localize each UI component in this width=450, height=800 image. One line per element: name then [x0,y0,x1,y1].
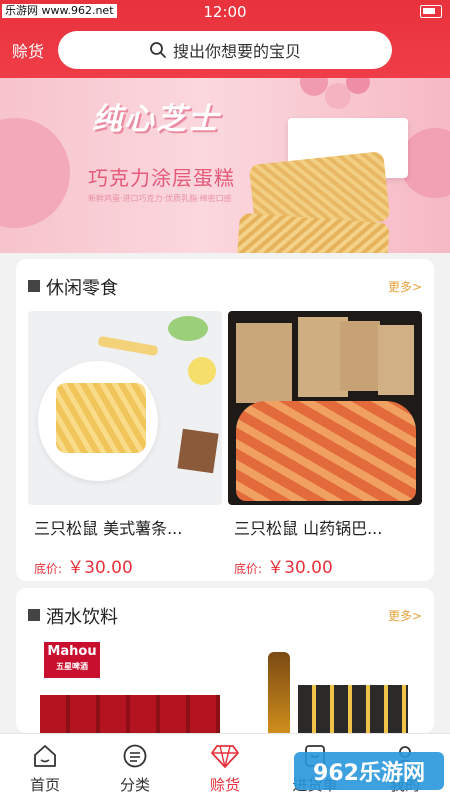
tab-label: 赊货 [209,776,240,794]
search-placeholder: 搜出你想要的宝贝 [172,42,301,61]
tab-label: 分类 [119,776,150,794]
banner-decor [0,118,70,228]
banner-title: 纯心芝士 [92,102,220,137]
banner-subtitle: 巧克力涂层蛋糕 [88,166,235,190]
tab-credit-goods[interactable]: 赊货 [180,734,270,800]
category-icon [123,744,147,768]
header: 乐游网 www.962.net 12:00 赊货 搜出你想要的宝贝 [0,0,450,78]
tab-category[interactable]: 分类 [90,734,180,800]
home-icon [34,745,56,767]
price-label: 底价: [34,562,63,576]
price-value: ￥30.00 [267,558,333,578]
product-image-fries [28,311,222,505]
top-nav: 赊货 搜出你想要的宝贝 [0,30,450,70]
product-price: 底价: ￥30.00 [28,553,222,578]
tab-home[interactable]: 首页 [0,734,90,800]
section-header: 休闲零食 更多> [16,259,434,311]
search-icon [150,42,166,58]
brand-subtitle: 五星啤酒 [56,662,88,671]
product-card[interactable] [228,640,422,733]
product-image-beer-cans: Mahou 五星啤酒 [28,640,222,733]
status-bar: 乐游网 www.962.net 12:00 [0,0,450,24]
brand-logo: Mahou [47,644,97,659]
status-time: 12:00 [203,3,247,21]
watermark-bottom: 962乐游网 [294,752,444,790]
price-value: ￥30.00 [67,558,133,578]
banner-tagline: 新鲜鸡蛋·进口巧克力·优质乳脂·绵密口感 [88,194,232,203]
product-image-chips [228,311,422,505]
more-link[interactable]: 更多> [388,607,422,624]
product-price: 底价: ￥30.00 [228,553,422,578]
search-bar[interactable]: 搜出你想要的宝贝 [58,31,392,69]
section-drinks: 酒水饮料 更多> Mahou 五星啤酒 [16,588,434,733]
promo-banner[interactable]: 纯心芝士 巧克力涂层蛋糕 新鲜鸡蛋·进口巧克力·优质乳脂·绵密口感 [0,78,450,253]
battery-icon [420,5,442,18]
section-snacks: 休闲零食 更多> 三只松鼠 美式薯条... 底价: ￥30.00 三只松鼠 山药… [16,259,434,581]
product-card[interactable]: 三只松鼠 山药锅巴... 底价: ￥30.00 [228,311,422,578]
product-card[interactable]: 三只松鼠 美式薯条... 底价: ￥30.00 [28,311,222,578]
product-name: 三只松鼠 美式薯条... [34,519,183,538]
price-label: 底价: [234,562,263,576]
city-selector[interactable]: 赊货 [12,38,44,62]
product-name: 三只松鼠 山药锅巴... [234,519,383,538]
tab-label: 首页 [29,776,60,794]
product-card[interactable]: Mahou 五星啤酒 [28,640,222,733]
section-marker-icon [28,280,40,292]
balloon-icon [300,78,328,96]
more-link[interactable]: 更多> [388,278,422,295]
section-title: 休闲零食 [46,278,118,299]
section-title: 酒水饮料 [46,607,118,628]
diamond-icon [211,745,239,768]
section-marker-icon [28,609,40,621]
section-header: 酒水饮料 更多> [16,588,434,640]
product-image-beer-bottles [228,640,422,733]
